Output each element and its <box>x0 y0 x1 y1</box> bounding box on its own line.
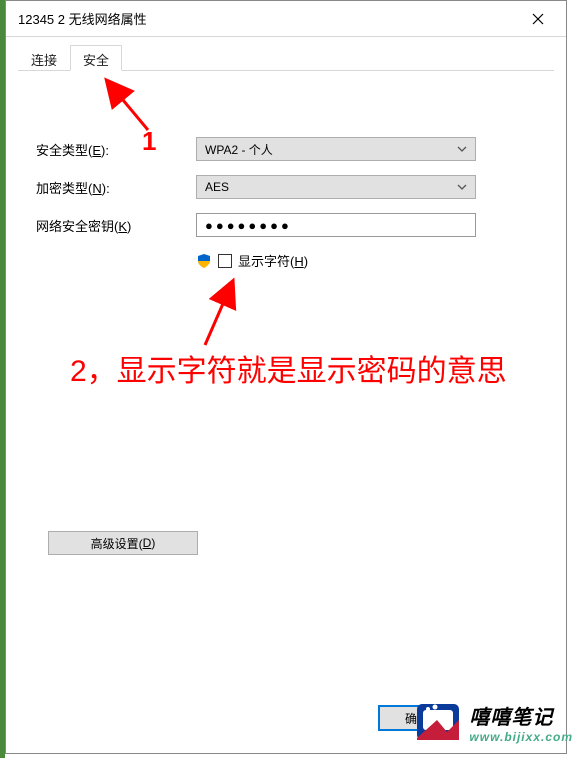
titlebar: 12345 2 无线网络属性 <box>6 1 566 37</box>
show-characters-label: 显示字符(H) <box>238 251 308 270</box>
watermark: 嘻嘻笔记 www.bijixx.com <box>413 698 573 746</box>
tab-content: 安全类型(E): WPA2 - 个人 加密类型(N): AES 网络安全密钥(K… <box>6 71 566 270</box>
security-type-dropdown[interactable]: WPA2 - 个人 <box>196 137 476 161</box>
network-key-value: ●●●●●●●● <box>205 218 292 233</box>
row-encryption-type: 加密类型(N): AES <box>36 175 536 199</box>
chevron-down-icon <box>457 184 467 190</box>
chevron-down-icon <box>457 146 467 152</box>
tab-bar: 连接 安全 <box>18 45 554 71</box>
network-key-input[interactable]: ●●●●●●●● <box>196 213 476 237</box>
encryption-type-dropdown[interactable]: AES <box>196 175 476 199</box>
encryption-type-label: 加密类型(N): <box>36 178 196 197</box>
tab-connect[interactable]: 连接 <box>18 45 70 70</box>
row-security-type: 安全类型(E): WPA2 - 个人 <box>36 137 536 161</box>
shield-icon <box>196 253 212 269</box>
tab-security[interactable]: 安全 <box>70 45 122 71</box>
security-type-label: 安全类型(E): <box>36 140 196 159</box>
row-show-characters: 显示字符(H) <box>196 251 536 270</box>
encryption-type-value: AES <box>205 180 229 194</box>
security-type-value: WPA2 - 个人 <box>205 141 273 158</box>
show-characters-checkbox[interactable] <box>218 254 232 268</box>
close-icon <box>532 13 544 25</box>
advanced-settings-button[interactable]: 高级设置(D) <box>48 531 198 555</box>
row-network-key: 网络安全密钥(K) ●●●●●●●● <box>36 213 536 237</box>
network-key-label: 网络安全密钥(K) <box>36 216 196 235</box>
window-title: 12345 2 无线网络属性 <box>18 9 518 28</box>
properties-window: 12345 2 无线网络属性 连接 安全 安全类型(E): WPA2 - 个人 … <box>5 0 567 754</box>
watermark-cn: 嘻嘻笔记 <box>469 701 573 730</box>
watermark-logo-icon <box>413 698 467 746</box>
watermark-url: www.bijixx.com <box>469 730 573 744</box>
close-button[interactable] <box>518 1 558 36</box>
